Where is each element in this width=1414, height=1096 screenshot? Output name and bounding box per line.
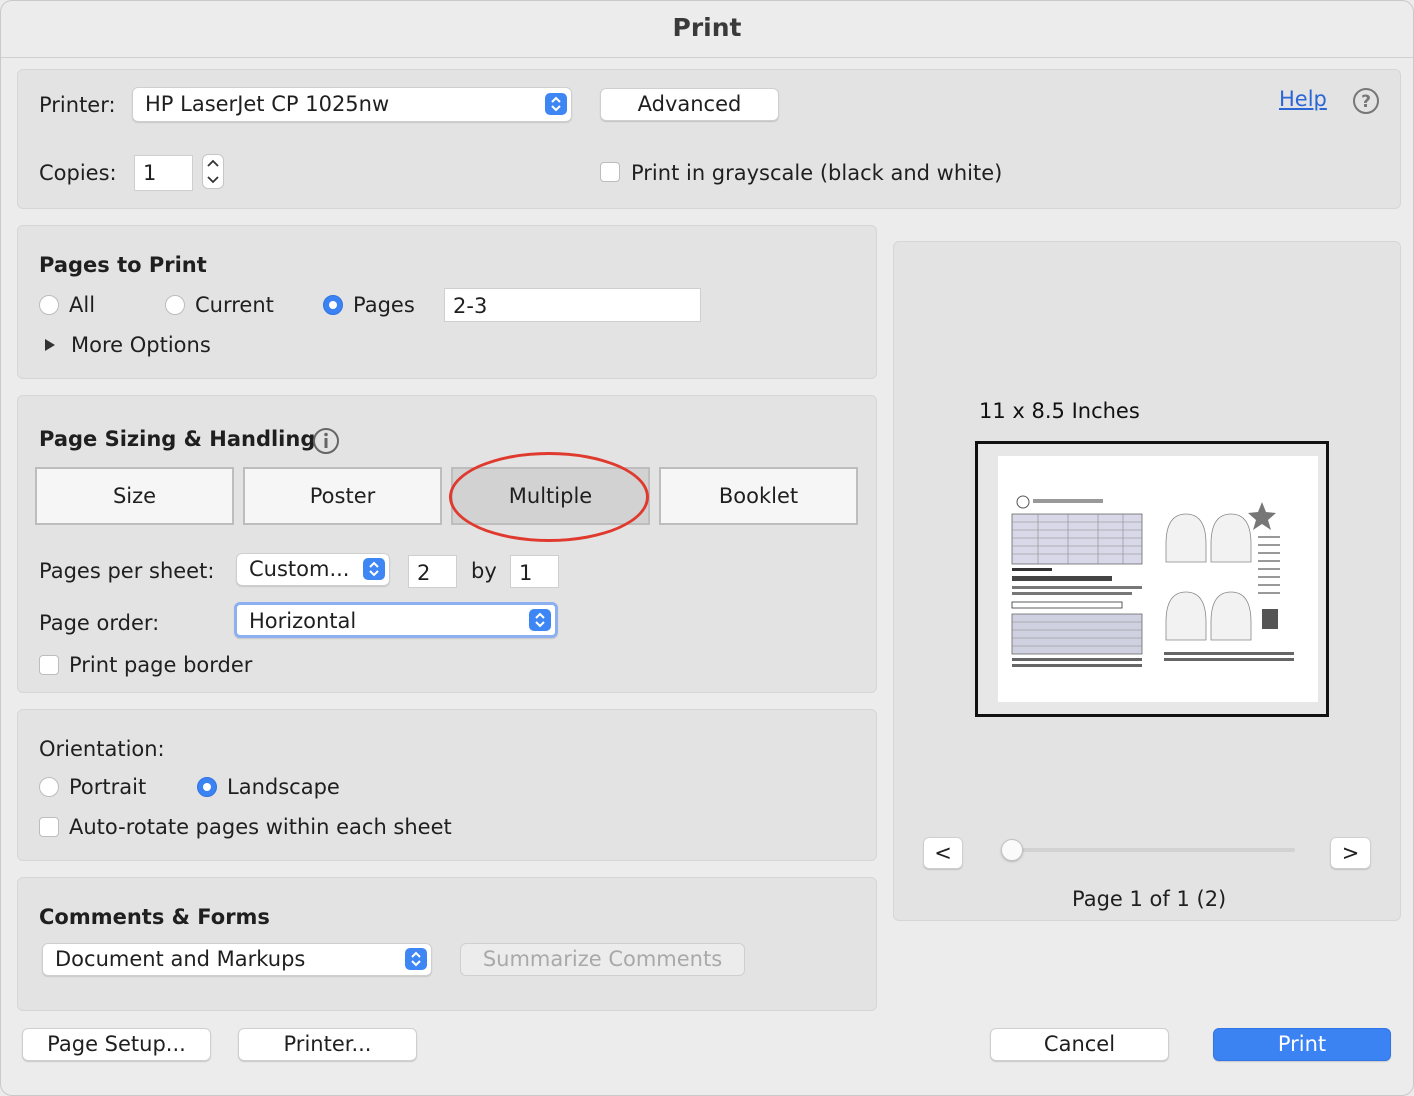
radio-all[interactable] xyxy=(39,295,59,315)
annotation-circle xyxy=(449,452,649,542)
grayscale-checkbox[interactable] xyxy=(600,162,620,182)
radio-landscape[interactable] xyxy=(197,777,217,797)
preview-slider-track[interactable] xyxy=(1003,848,1295,852)
radio-portrait[interactable] xyxy=(39,777,59,797)
preview-next-button[interactable]: > xyxy=(1330,837,1371,869)
autorotate-label: Auto-rotate pages within each sheet xyxy=(69,815,452,839)
by-label: by xyxy=(471,559,497,583)
printer-select-value: HP LaserJet CP 1025nw xyxy=(145,92,390,116)
radio-current[interactable] xyxy=(165,295,185,315)
printer-label: Printer: xyxy=(39,93,116,117)
help-link[interactable]: Help xyxy=(1279,87,1327,111)
page-border-checkbox[interactable] xyxy=(39,655,59,675)
page-order-value: Horizontal xyxy=(249,609,357,633)
printer-select[interactable]: HP LaserJet CP 1025nw xyxy=(132,87,572,122)
chevron-updown-icon xyxy=(405,948,427,970)
print-dialog: Print Printer: HP LaserJet CP 1025nw Adv… xyxy=(0,0,1414,1096)
cancel-button[interactable]: Cancel xyxy=(990,1028,1169,1061)
page-order-label: Page order: xyxy=(39,611,160,635)
preview-sheet xyxy=(975,441,1329,717)
pages-per-sheet-value: Custom... xyxy=(249,557,350,581)
preview-slider-thumb[interactable] xyxy=(1001,839,1023,861)
summarize-comments-button[interactable]: Summarize Comments xyxy=(460,943,745,976)
dialog-title: Print xyxy=(1,1,1413,58)
tab-poster[interactable]: Poster xyxy=(243,467,442,525)
page-border-label: Print page border xyxy=(69,653,253,677)
svg-text:?: ? xyxy=(1361,92,1371,112)
preview-prev-button[interactable]: < xyxy=(923,837,963,869)
pages-cols-field[interactable]: 2 xyxy=(408,555,457,588)
print-button[interactable]: Print xyxy=(1213,1028,1391,1061)
preview-page-label: Page 1 of 1 (2) xyxy=(1072,887,1227,911)
comments-title: Comments & Forms xyxy=(39,905,270,929)
pages-rows-field[interactable]: 1 xyxy=(510,555,559,588)
help-icon[interactable]: ? xyxy=(1352,87,1380,115)
tab-size[interactable]: Size xyxy=(35,467,234,525)
chevron-updown-icon xyxy=(363,558,385,580)
radio-current-label: Current xyxy=(195,293,274,317)
radio-pages-label: Pages xyxy=(353,293,415,317)
comments-select-value: Document and Markups xyxy=(55,947,306,971)
more-options-label[interactable]: More Options xyxy=(71,333,211,357)
pages-range-field[interactable]: 2-3 xyxy=(444,288,701,322)
grayscale-label: Print in grayscale (black and white) xyxy=(631,161,1003,185)
advanced-button[interactable]: Advanced xyxy=(600,88,779,121)
orientation-title: Orientation: xyxy=(39,737,165,761)
radio-portrait-label: Portrait xyxy=(69,775,147,799)
tab-booklet[interactable]: Booklet xyxy=(659,467,858,525)
pages-per-sheet-select[interactable]: Custom... xyxy=(236,553,390,586)
chevron-updown-icon xyxy=(529,609,551,631)
page-setup-button[interactable]: Page Setup... xyxy=(22,1028,211,1061)
preview-page-thumbnail xyxy=(998,456,1318,702)
chevron-updown-icon xyxy=(545,93,567,115)
radio-landscape-label: Landscape xyxy=(227,775,340,799)
page-order-select[interactable]: Horizontal xyxy=(234,602,558,638)
info-icon[interactable] xyxy=(312,427,340,455)
autorotate-checkbox[interactable] xyxy=(39,817,59,837)
page-sizing-title: Page Sizing & Handling xyxy=(39,427,316,451)
copies-label: Copies: xyxy=(39,161,117,185)
copies-stepper[interactable] xyxy=(202,154,224,189)
copies-field[interactable]: 1 xyxy=(134,155,193,191)
preview-size-label: 11 x 8.5 Inches xyxy=(979,399,1140,423)
radio-pages[interactable] xyxy=(323,295,343,315)
comments-select[interactable]: Document and Markups xyxy=(42,943,432,976)
printer-button[interactable]: Printer... xyxy=(238,1028,417,1061)
disclosure-triangle-icon[interactable] xyxy=(43,337,57,357)
pages-to-print-title: Pages to Print xyxy=(39,253,207,277)
pages-per-sheet-label: Pages per sheet: xyxy=(39,559,215,583)
radio-all-label: All xyxy=(69,293,96,317)
